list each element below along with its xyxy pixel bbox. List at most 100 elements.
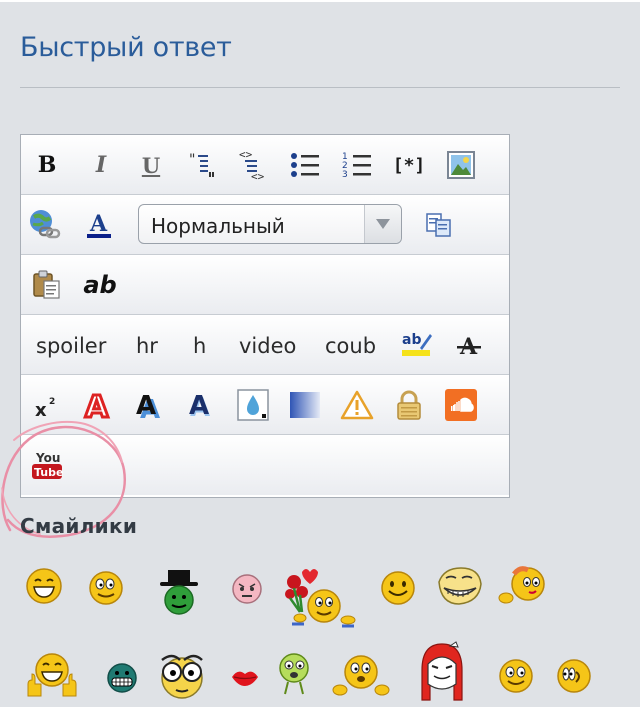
strikethrough-button[interactable]: A — [451, 327, 487, 363]
top-border — [0, 0, 640, 2]
copy-icon — [426, 213, 451, 237]
svg-text:<>: <> — [239, 148, 253, 161]
strikethrough-icon: A — [457, 334, 481, 360]
toolbar-row-1: B I U " <> <> 1 2 3 [*] — [21, 135, 509, 195]
title-divider — [20, 87, 620, 88]
font-shadow-blue-button[interactable]: A A — [183, 387, 219, 423]
paste-button[interactable] — [29, 267, 65, 303]
underline-icon: U — [141, 152, 161, 178]
smiley-trollface[interactable] — [434, 564, 484, 608]
paste-icon — [33, 270, 60, 299]
toolbar-row-2: A Нормальный — [21, 195, 509, 255]
bullet-list-icon — [291, 153, 319, 177]
svg-text:A: A — [136, 391, 156, 421]
font-size-select[interactable]: Нормальный — [138, 204, 402, 244]
copy-button[interactable] — [421, 207, 457, 243]
list-item-button[interactable]: [*] — [389, 147, 429, 183]
warning-button[interactable] — [339, 387, 375, 423]
svg-text:<>: <> — [251, 170, 265, 182]
svg-text:2: 2 — [49, 397, 55, 407]
smiley-side-look[interactable] — [554, 656, 594, 696]
font-shadow-button[interactable]: A A — [131, 387, 167, 423]
smiley-pink[interactable] — [228, 570, 266, 608]
youtube-icon: You Tube — [32, 451, 63, 479]
svg-text:A: A — [89, 211, 108, 237]
bold-icon: B — [37, 152, 57, 178]
link-icon — [30, 210, 61, 239]
superscript-button[interactable]: x 2 — [29, 387, 65, 423]
toolbar-row-6: You Tube — [21, 435, 509, 495]
font-size-select-value: Нормальный — [151, 214, 285, 238]
smiley-redhead-girl[interactable] — [414, 640, 470, 704]
spellcheck-button[interactable]: ab — [399, 327, 435, 363]
toolbar-row-3: ab — [21, 255, 509, 315]
hide-content-button[interactable] — [391, 387, 427, 423]
font-outline-button[interactable]: A — [81, 387, 117, 423]
plain-text-button[interactable]: ab — [79, 267, 121, 303]
h-button[interactable]: h — [193, 334, 206, 358]
spellcheck-icon: ab — [402, 332, 432, 356]
numbered-list-button[interactable]: 1 2 3 — [339, 147, 375, 183]
smiley-kiss[interactable] — [496, 564, 550, 610]
soundcloud-button[interactable] — [443, 387, 479, 423]
background-color-button[interactable] — [235, 387, 271, 423]
bullet-list-button[interactable] — [287, 147, 323, 183]
bold-button[interactable]: B — [29, 147, 65, 183]
smiley-green-sick[interactable] — [274, 650, 314, 700]
page-title: Быстрый ответ — [20, 32, 232, 63]
lock-icon — [397, 390, 421, 420]
drop-icon — [237, 389, 269, 421]
insert-link-button[interactable] — [27, 207, 63, 243]
plain-text-icon: ab — [83, 271, 117, 299]
list-item-icon: [*] — [392, 154, 426, 176]
font-color-icon: A — [87, 211, 111, 238]
insert-image-button[interactable] — [443, 147, 479, 183]
svg-text:A: A — [189, 391, 209, 421]
italic-icon: I — [95, 152, 107, 178]
smiley-flowers[interactable] — [280, 562, 360, 632]
font-shadow-blue-icon: A A — [189, 391, 210, 422]
editor-toolbar: B I U " <> <> 1 2 3 [*] A Нормальный ab … — [20, 134, 510, 498]
svg-text:": " — [189, 152, 195, 168]
hr-button[interactable]: hr — [136, 334, 158, 358]
font-color-button[interactable]: A — [81, 207, 117, 243]
smiley-lips[interactable] — [230, 666, 260, 688]
chevron-down-icon[interactable] — [364, 205, 401, 243]
spoiler-button[interactable]: spoiler — [36, 334, 106, 358]
toolbar-row-5: x 2 A A A A A — [21, 375, 509, 435]
coub-button[interactable]: coub — [325, 334, 376, 358]
numbered-list-icon: 1 2 3 — [342, 152, 371, 180]
smiley-big-eyes[interactable] — [154, 648, 210, 702]
smiley-happy[interactable] — [496, 656, 536, 696]
quote-icon: " — [189, 152, 214, 177]
smiley-hat[interactable] — [156, 568, 202, 618]
smiley-thumbs-up[interactable] — [22, 650, 82, 700]
svg-text:You: You — [35, 451, 60, 465]
svg-text:3: 3 — [342, 170, 348, 180]
smiley-grin[interactable] — [86, 568, 126, 608]
quote-button[interactable]: " — [185, 147, 221, 183]
italic-button[interactable]: I — [83, 147, 119, 183]
smiley-clapping[interactable] — [330, 652, 392, 700]
video-button[interactable]: video — [239, 334, 296, 358]
svg-text:ab: ab — [402, 332, 421, 348]
smiley-laugh[interactable] — [24, 566, 64, 606]
smilies-label: Смайлики — [20, 514, 138, 538]
smiley-teeth[interactable] — [104, 660, 140, 696]
soundcloud-icon — [445, 389, 477, 421]
font-outline-icon: A — [84, 389, 111, 423]
code-button[interactable]: <> <> — [235, 147, 271, 183]
superscript-icon: x 2 — [35, 397, 55, 420]
svg-text:x: x — [35, 400, 47, 420]
svg-text:A: A — [85, 390, 109, 422]
svg-text:Tube: Tube — [34, 466, 63, 479]
image-icon — [447, 151, 475, 179]
youtube-button[interactable]: You Tube — [29, 447, 65, 483]
warning-icon — [340, 390, 374, 420]
gradient-icon — [290, 392, 320, 418]
gradient-button[interactable] — [287, 387, 323, 423]
underline-button[interactable]: U — [133, 147, 169, 183]
toolbar-row-4: spoiler hr h video coub ab A — [21, 315, 509, 375]
font-shadow-icon: A A — [136, 391, 160, 422]
smiley-smile[interactable] — [378, 568, 418, 608]
